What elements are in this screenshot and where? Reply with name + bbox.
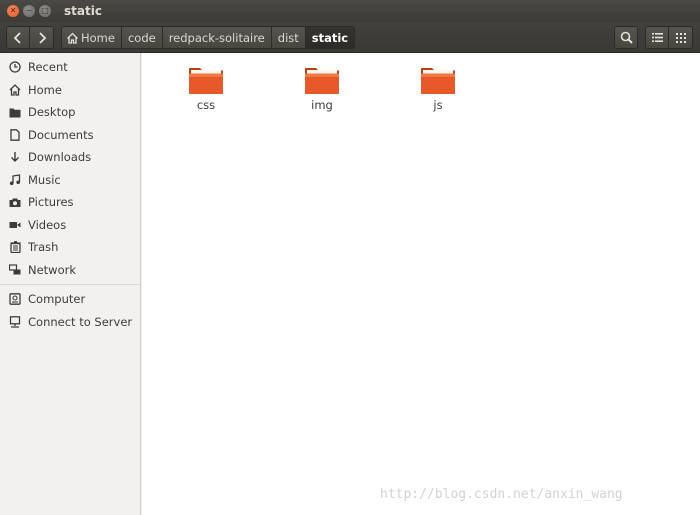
folder-item[interactable]: css: [166, 65, 246, 112]
navigation-buttons: [6, 26, 54, 49]
back-button[interactable]: [6, 26, 30, 49]
sidebar-item-label: Trash: [28, 240, 59, 255]
sidebar-item-label: Documents: [28, 127, 94, 142]
sidebar-item-connect-to-server[interactable]: Connect to Server: [0, 311, 140, 334]
home-icon: [66, 32, 79, 44]
breadcrumb-static[interactable]: static: [305, 26, 356, 49]
sidebar-item-label: Music: [28, 172, 61, 187]
sidebar-item-music[interactable]: Music: [0, 169, 140, 192]
breadcrumb-home[interactable]: Home: [61, 26, 122, 49]
sidebar-item-label: Computer: [28, 292, 86, 307]
sidebar-item-recent[interactable]: Recent: [0, 56, 140, 79]
breadcrumb-code[interactable]: code: [121, 26, 163, 49]
sidebar-item-label: Network: [28, 262, 77, 277]
file-name: css: [196, 98, 216, 112]
sidebar-item-label: Recent: [28, 60, 68, 75]
grid-view-button[interactable]: [669, 26, 693, 49]
clock-icon: [8, 60, 22, 74]
folder-item[interactable]: js: [398, 65, 478, 112]
sidebar-item-network[interactable]: Network: [0, 259, 140, 282]
grid-icon: [675, 32, 686, 43]
chevron-left-icon: [13, 31, 21, 44]
file-name: js: [433, 98, 443, 112]
file-name: img: [311, 98, 333, 112]
sidebar-item-computer[interactable]: Computer: [0, 288, 140, 311]
network-icon: [8, 263, 22, 277]
folder-icon: [421, 68, 455, 94]
sidebar: Recent Home Desktop Documents Downloads …: [0, 53, 141, 515]
sidebar-item-label: Desktop: [28, 105, 76, 120]
sidebar-item-videos[interactable]: Videos: [0, 214, 140, 237]
folder-item[interactable]: img: [282, 65, 362, 112]
folder-icon: [189, 68, 223, 94]
toolbar: Home code redpack-solitaire dist static: [0, 22, 700, 53]
sidebar-item-label: Home: [28, 82, 62, 97]
file-view: css img js: [142, 53, 700, 515]
server-icon: [8, 315, 22, 329]
chevron-right-icon: [38, 31, 46, 44]
close-window-button[interactable]: ✕: [7, 5, 19, 17]
breadcrumb: Home code redpack-solitaire dist static: [61, 26, 356, 49]
folder-icon: [305, 68, 339, 94]
view-tools: [645, 26, 693, 49]
window-title: static: [64, 4, 102, 18]
search-button[interactable]: [614, 26, 638, 49]
video-icon: [8, 218, 22, 232]
search-icon: [620, 31, 633, 44]
camera-icon: [8, 195, 22, 209]
sidebar-item-desktop[interactable]: Desktop: [0, 101, 140, 124]
breadcrumb-dist[interactable]: dist: [271, 26, 306, 49]
breadcrumb-label: Home: [81, 30, 115, 45]
sidebar-item-label: Videos: [28, 217, 67, 232]
maximize-window-button[interactable]: □: [39, 5, 51, 17]
list-view-button[interactable]: [645, 26, 669, 49]
forward-button[interactable]: [30, 26, 54, 49]
sidebar-item-label: Connect to Server: [28, 314, 133, 329]
sidebar-item-trash[interactable]: Trash: [0, 236, 140, 259]
document-icon: [8, 128, 22, 142]
list-icon: [651, 33, 663, 42]
title-bar: ✕ − □ static: [0, 0, 700, 22]
sidebar-item-label: Pictures: [28, 195, 74, 210]
sidebar-separator: [0, 284, 140, 285]
sidebar-item-downloads[interactable]: Downloads: [0, 146, 140, 169]
computer-icon: [8, 292, 22, 306]
sidebar-item-documents[interactable]: Documents: [0, 124, 140, 147]
sidebar-item-home[interactable]: Home: [0, 79, 140, 102]
download-icon: [8, 150, 22, 164]
home-icon: [8, 83, 22, 97]
search-tool: [614, 26, 638, 49]
breadcrumb-redpack-solitaire[interactable]: redpack-solitaire: [162, 26, 272, 49]
watermark: http://blog.csdn.net/anxin_wang: [380, 487, 623, 502]
trash-icon: [8, 240, 22, 254]
sidebar-item-pictures[interactable]: Pictures: [0, 191, 140, 214]
minimize-window-button[interactable]: −: [23, 5, 35, 17]
sidebar-item-label: Downloads: [28, 150, 92, 165]
folder-icon: [8, 105, 22, 119]
music-icon: [8, 173, 22, 187]
